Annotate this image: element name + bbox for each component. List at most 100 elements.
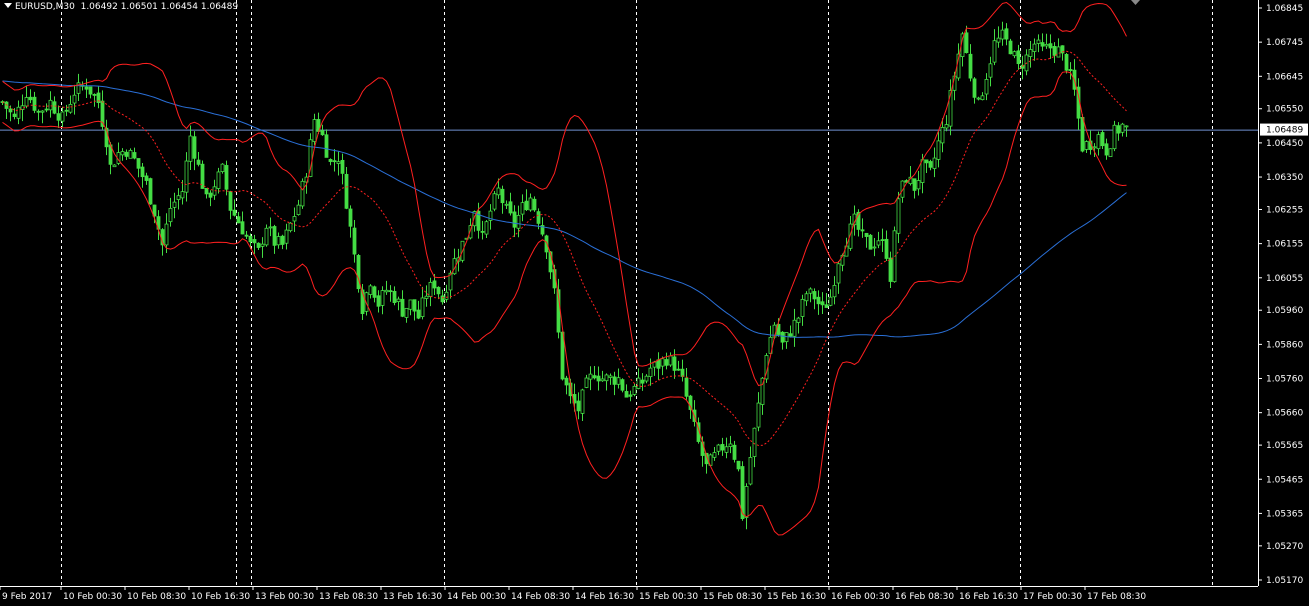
bear-candle <box>28 96 33 101</box>
bull-candle <box>420 297 425 318</box>
bear-candle <box>1040 42 1045 47</box>
bull-candle <box>168 208 173 223</box>
price-tick-label: 1.05960 <box>1266 306 1303 316</box>
bull-candle <box>832 284 837 298</box>
bull-candle <box>588 373 593 380</box>
bull-candle <box>368 285 373 295</box>
bear-candle <box>1116 125 1121 134</box>
bull-candle <box>608 375 613 378</box>
bull-candle <box>424 295 429 299</box>
bear-candle <box>436 286 441 295</box>
bull-candle <box>216 171 221 189</box>
time-axis[interactable]: 9 Feb 2017 10 Feb 00:30 10 Feb 08:30 10 Feb… <box>0 586 1258 602</box>
dropdown-triangle-icon[interactable] <box>4 3 12 8</box>
bull-candle <box>60 111 65 122</box>
price-tick-label: 1.06550 <box>1266 105 1303 115</box>
time-separators <box>61 0 1213 586</box>
bear-candle <box>824 304 829 308</box>
price-chart[interactable]: 1.06845 1.06745 1.06645 1.06550 1.06450 1.063… <box>0 0 1309 606</box>
bull-candle <box>180 191 185 199</box>
bull-candle <box>756 402 761 428</box>
bull-candle <box>836 263 841 284</box>
bull-candle <box>936 140 941 160</box>
bear-candle <box>1068 69 1073 71</box>
bear-candle <box>252 239 257 244</box>
bear-candle <box>280 235 285 245</box>
current-price-label: 1.06489 <box>1260 123 1308 136</box>
bear-candle <box>612 376 617 385</box>
bull-candle <box>600 378 605 382</box>
chart-shift-marker-icon[interactable] <box>1131 0 1140 9</box>
price-tick-label: 1.05170 <box>1266 576 1303 586</box>
bull-candle <box>580 389 585 414</box>
bull-candle <box>1000 29 1005 40</box>
bear-candle <box>332 160 337 163</box>
bull-candle <box>1108 148 1113 158</box>
bull-candle <box>1056 46 1061 58</box>
bull-candle <box>632 385 637 395</box>
bear-candle <box>1016 50 1021 65</box>
bear-candle <box>964 32 969 54</box>
bear-candle <box>344 173 349 209</box>
time-tick-label: 15 Feb 00:30 <box>639 592 698 602</box>
bear-candle <box>1048 43 1053 49</box>
bull-candle <box>16 106 21 119</box>
bear-candle <box>228 191 233 211</box>
bull-candle <box>828 296 833 306</box>
bear-candle <box>412 299 417 312</box>
bear-candle <box>820 301 825 306</box>
bull-candle <box>40 110 45 113</box>
bull-candle <box>1092 146 1097 149</box>
bull-candle <box>444 291 449 300</box>
bear-candle <box>340 159 345 174</box>
bull-candle <box>188 135 193 162</box>
bear-candle <box>320 130 325 136</box>
bull-candle <box>668 355 673 366</box>
time-tick-label: 15 Feb 08:30 <box>703 592 762 602</box>
time-tick-label: 16 Feb 08:30 <box>895 592 954 602</box>
bull-candle <box>496 187 501 196</box>
time-tick-label: 17 Feb 00:30 <box>1023 592 1082 602</box>
bear-candle <box>564 377 569 386</box>
bear-candle <box>196 159 201 165</box>
bear-candle <box>32 96 37 111</box>
bear-candle <box>204 188 209 195</box>
time-tick-label: 13 Feb 08:30 <box>319 592 378 602</box>
time-tick-label: 13 Feb 00:30 <box>255 592 314 602</box>
bull-candle <box>804 293 809 302</box>
bear-candle <box>480 230 485 233</box>
price-tick-label: 1.05760 <box>1266 375 1303 385</box>
bear-candle <box>376 295 381 307</box>
bear-candle <box>592 375 597 379</box>
bull-candle <box>48 99 53 111</box>
bull-candle <box>300 180 305 207</box>
price-axis[interactable]: 1.06845 1.06745 1.06645 1.06550 1.06450 1.063… <box>1258 0 1303 586</box>
bear-candle <box>392 290 397 303</box>
bull-candle <box>1120 123 1125 133</box>
bull-candle <box>1084 141 1089 150</box>
price-tick-label: 1.06155 <box>1266 240 1303 250</box>
bull-candle <box>728 443 733 447</box>
bear-candle <box>52 101 57 114</box>
bull-candle <box>752 427 757 457</box>
bear-candle <box>512 211 517 228</box>
bear-candle <box>1080 116 1085 152</box>
bear-candle <box>88 86 93 95</box>
bull-candle <box>916 180 921 190</box>
bull-candle <box>636 377 641 389</box>
bear-candle <box>64 109 69 112</box>
high-price: 1.06501 <box>120 2 158 12</box>
bear-candle <box>84 86 89 90</box>
bull-candle <box>1112 124 1117 150</box>
bear-candle <box>148 178 153 205</box>
price-tick-label: 1.06450 <box>1266 139 1303 149</box>
chart-window[interactable]: 1.06845 1.06745 1.06645 1.06550 1.06450 1.063… <box>0 0 1309 606</box>
current-price-text: 1.06489 <box>1266 126 1303 136</box>
bear-candle <box>676 368 681 371</box>
time-tick-label: 16 Feb 16:30 <box>959 592 1018 602</box>
bear-candle <box>972 78 977 98</box>
bear-candle <box>816 296 821 305</box>
bull-candle <box>504 203 509 206</box>
bear-candle <box>36 110 41 113</box>
price-tick-label: 1.06255 <box>1266 205 1303 215</box>
